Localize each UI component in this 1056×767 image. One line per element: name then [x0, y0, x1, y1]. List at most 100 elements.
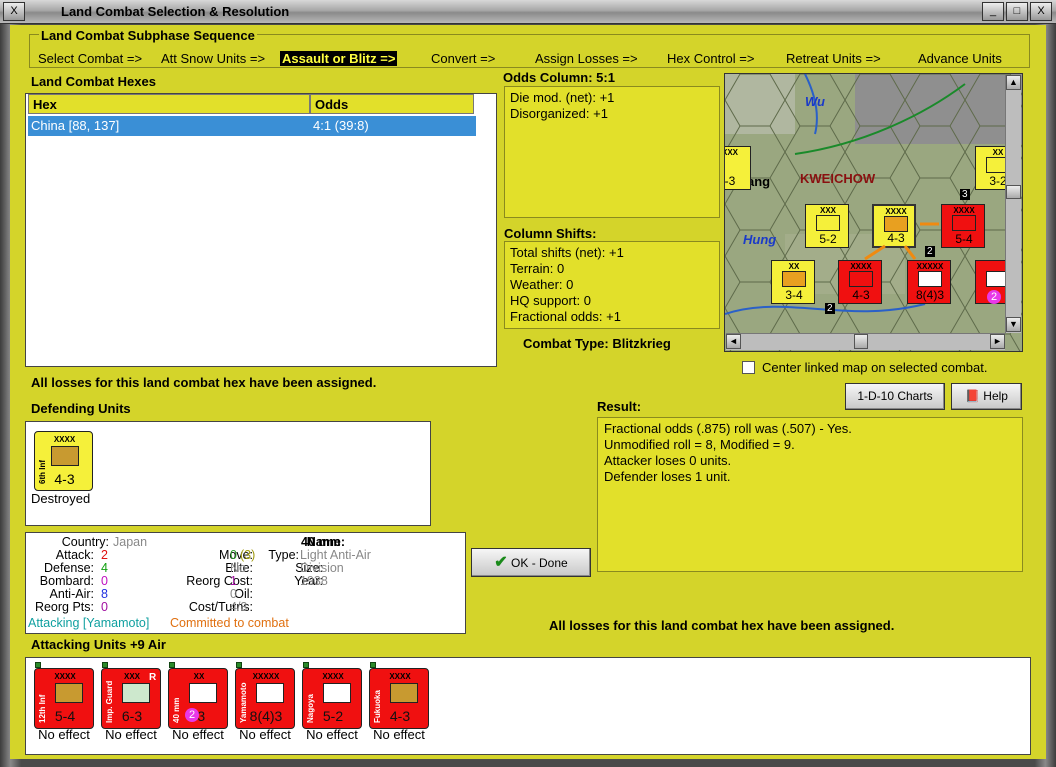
table-row[interactable]: China [88, 137] 4:1 (39:8) — [28, 116, 476, 136]
attacking-unit-caption: No effect — [38, 727, 90, 742]
subphase-sequence-title: Land Combat Subphase Sequence — [39, 28, 257, 43]
map-vertical-scrollbar[interactable]: ▲ ▼ — [1005, 75, 1021, 333]
center-map-checkbox[interactable] — [742, 361, 755, 374]
unit-strength: 4-3 — [389, 708, 411, 724]
unit-size: XXXX — [53, 435, 76, 444]
attack-key: Attack: — [55, 548, 94, 562]
organized-marker — [303, 662, 309, 668]
scroll-left-icon[interactable]: ◄ — [726, 334, 741, 349]
attacking-unit-caption: No effect — [105, 727, 157, 742]
checkmark-icon: ✔ — [494, 554, 508, 571]
close-button[interactable]: X — [1030, 2, 1052, 21]
maximize-button[interactable]: □ — [1006, 2, 1028, 21]
unit-size: XX — [193, 672, 205, 681]
attacking-unit[interactable]: 40 mm XX -3 — [168, 668, 228, 729]
oil-key: Oil: — [234, 587, 253, 601]
step-advance-units: Advance Units — [918, 51, 1002, 66]
ok-done-button[interactable]: ✔ OK - Done — [471, 548, 591, 577]
scroll-up-icon[interactable]: ▲ — [1006, 75, 1021, 90]
type-value: Light Anti-Air — [300, 548, 371, 562]
title-bar[interactable]: X Land Combat Selection & Resolution _ □… — [0, 0, 1056, 24]
column-shifts-title: Column Shifts: — [504, 226, 597, 241]
map-horizontal-scrollbar[interactable]: ◄ ► — [726, 333, 1005, 350]
organized-marker — [102, 662, 108, 668]
size-value: Division — [300, 561, 344, 575]
unit-type-icon — [55, 683, 83, 703]
combat-hexes-title: Land Combat Hexes — [31, 74, 156, 89]
combat-hexes-table[interactable]: Hex Odds China [88, 137] 4:1 (39:8) — [25, 93, 497, 367]
center-map-label: Center linked map on selected combat. — [762, 360, 988, 375]
unit-type-icon — [189, 683, 217, 703]
unit-size: XXXX — [322, 672, 344, 681]
step-assign-losses: Assign Losses => — [535, 51, 638, 66]
minimize-button[interactable]: _ — [982, 2, 1004, 21]
book-icon: 📕 — [965, 389, 980, 403]
ok-done-label: OK - Done — [511, 556, 568, 570]
reserve-badge: R — [149, 672, 157, 683]
help-button[interactable]: 📕 Help — [951, 383, 1022, 410]
system-menu-button[interactable]: X — [3, 2, 25, 21]
unit-type-icon — [390, 683, 418, 703]
attacking-unit[interactable]: Nagoya XXXX 5-2 — [302, 668, 362, 729]
step-convert: Convert => — [431, 51, 496, 66]
shift-line: Weather: 0 — [510, 277, 574, 292]
type-key: Type: — [268, 548, 299, 562]
reorg-pts-key: Reorg Pts: — [34, 600, 94, 614]
odds-column-title: Odds Column: 5:1 — [503, 70, 615, 85]
result-line: Fractional odds (.875) roll was (.507) -… — [604, 421, 852, 436]
attack-arrows — [864, 222, 939, 261]
shift-line: Fractional odds: +1 — [510, 309, 621, 324]
bombard-value: 0 — [101, 574, 108, 588]
name-value: 40 mm — [301, 535, 341, 549]
defense-value: 4 — [101, 561, 108, 575]
move-value: 0 — [230, 548, 237, 562]
linked-map[interactable]: Wu KWEICHOW ang Hung XXX 5-2 XXXX 4-3 XXXX… — [724, 73, 1023, 352]
attacking-unit-caption: No effect — [306, 727, 358, 742]
scroll-thumb[interactable] — [854, 334, 868, 349]
organized-marker — [169, 662, 175, 668]
result-line: Attacker loses 0 units. — [604, 453, 732, 468]
step-hex-control: Hex Control => — [667, 51, 755, 66]
result-line: Defender loses 1 unit. — [604, 469, 731, 484]
attacking-unit-caption: No effect — [172, 727, 224, 742]
anti-air-key: Anti-Air: — [49, 587, 94, 601]
country-value: Japan — [113, 535, 148, 549]
infantry-icon — [51, 446, 79, 466]
column-header-hex[interactable]: Hex — [28, 94, 310, 114]
organized-marker — [236, 662, 242, 668]
scroll-down-icon[interactable]: ▼ — [1006, 317, 1021, 332]
defending-unit[interactable]: 6th Inf XXXX 4-3 — [34, 431, 93, 491]
count-badge: 2 — [185, 708, 199, 722]
attacking-title: Attacking Units +9 Air — [31, 637, 166, 652]
anti-air-value: 8 — [101, 587, 108, 601]
attacking-unit[interactable]: 12th Inf XXXX 5-4 — [34, 668, 94, 729]
hex-cell: China [88, 137] — [31, 118, 120, 133]
organized-marker — [370, 662, 376, 668]
attacking-unit[interactable]: Fukuoka XXXX 4-3 — [369, 668, 429, 729]
unit-size: XXXXX — [252, 672, 280, 681]
move-extra: (3) — [240, 548, 256, 562]
scroll-thumb[interactable] — [1006, 185, 1021, 199]
step-att-snow-units: Att Snow Units => — [161, 51, 266, 66]
year-value: 1938 — [300, 574, 328, 588]
shift-line: HQ support: 0 — [510, 293, 591, 308]
attacking-unit-caption: No effect — [373, 727, 425, 742]
unit-strength: 5-4 — [54, 708, 76, 724]
oil-value: 0 — [230, 587, 237, 601]
unit-strength: 8(4)3 — [249, 708, 283, 724]
attacking-unit[interactable]: Yamamoto XXXXX 8(4)3 — [235, 668, 295, 729]
reorg-cost-key: Reorg Cost: — [186, 574, 253, 588]
unit-strength: 5-2 — [322, 708, 344, 724]
committed-status: Committed to combat — [170, 616, 289, 630]
attacking-unit-caption: No effect — [239, 727, 291, 742]
elite-value: No — [230, 561, 246, 575]
step-assault-or-blitz: Assault or Blitz => — [280, 51, 398, 66]
attacking-status: Attacking [Yamamoto] — [28, 616, 150, 630]
defending-title: Defending Units — [31, 401, 131, 416]
charts-button[interactable]: 1-D-10 Charts — [845, 383, 945, 410]
column-header-odds[interactable]: Odds — [310, 94, 474, 114]
unit-type-icon — [256, 683, 284, 703]
bombard-key: Bombard: — [39, 574, 94, 588]
country-key: Country: — [61, 535, 109, 549]
scroll-right-icon[interactable]: ► — [990, 334, 1005, 349]
